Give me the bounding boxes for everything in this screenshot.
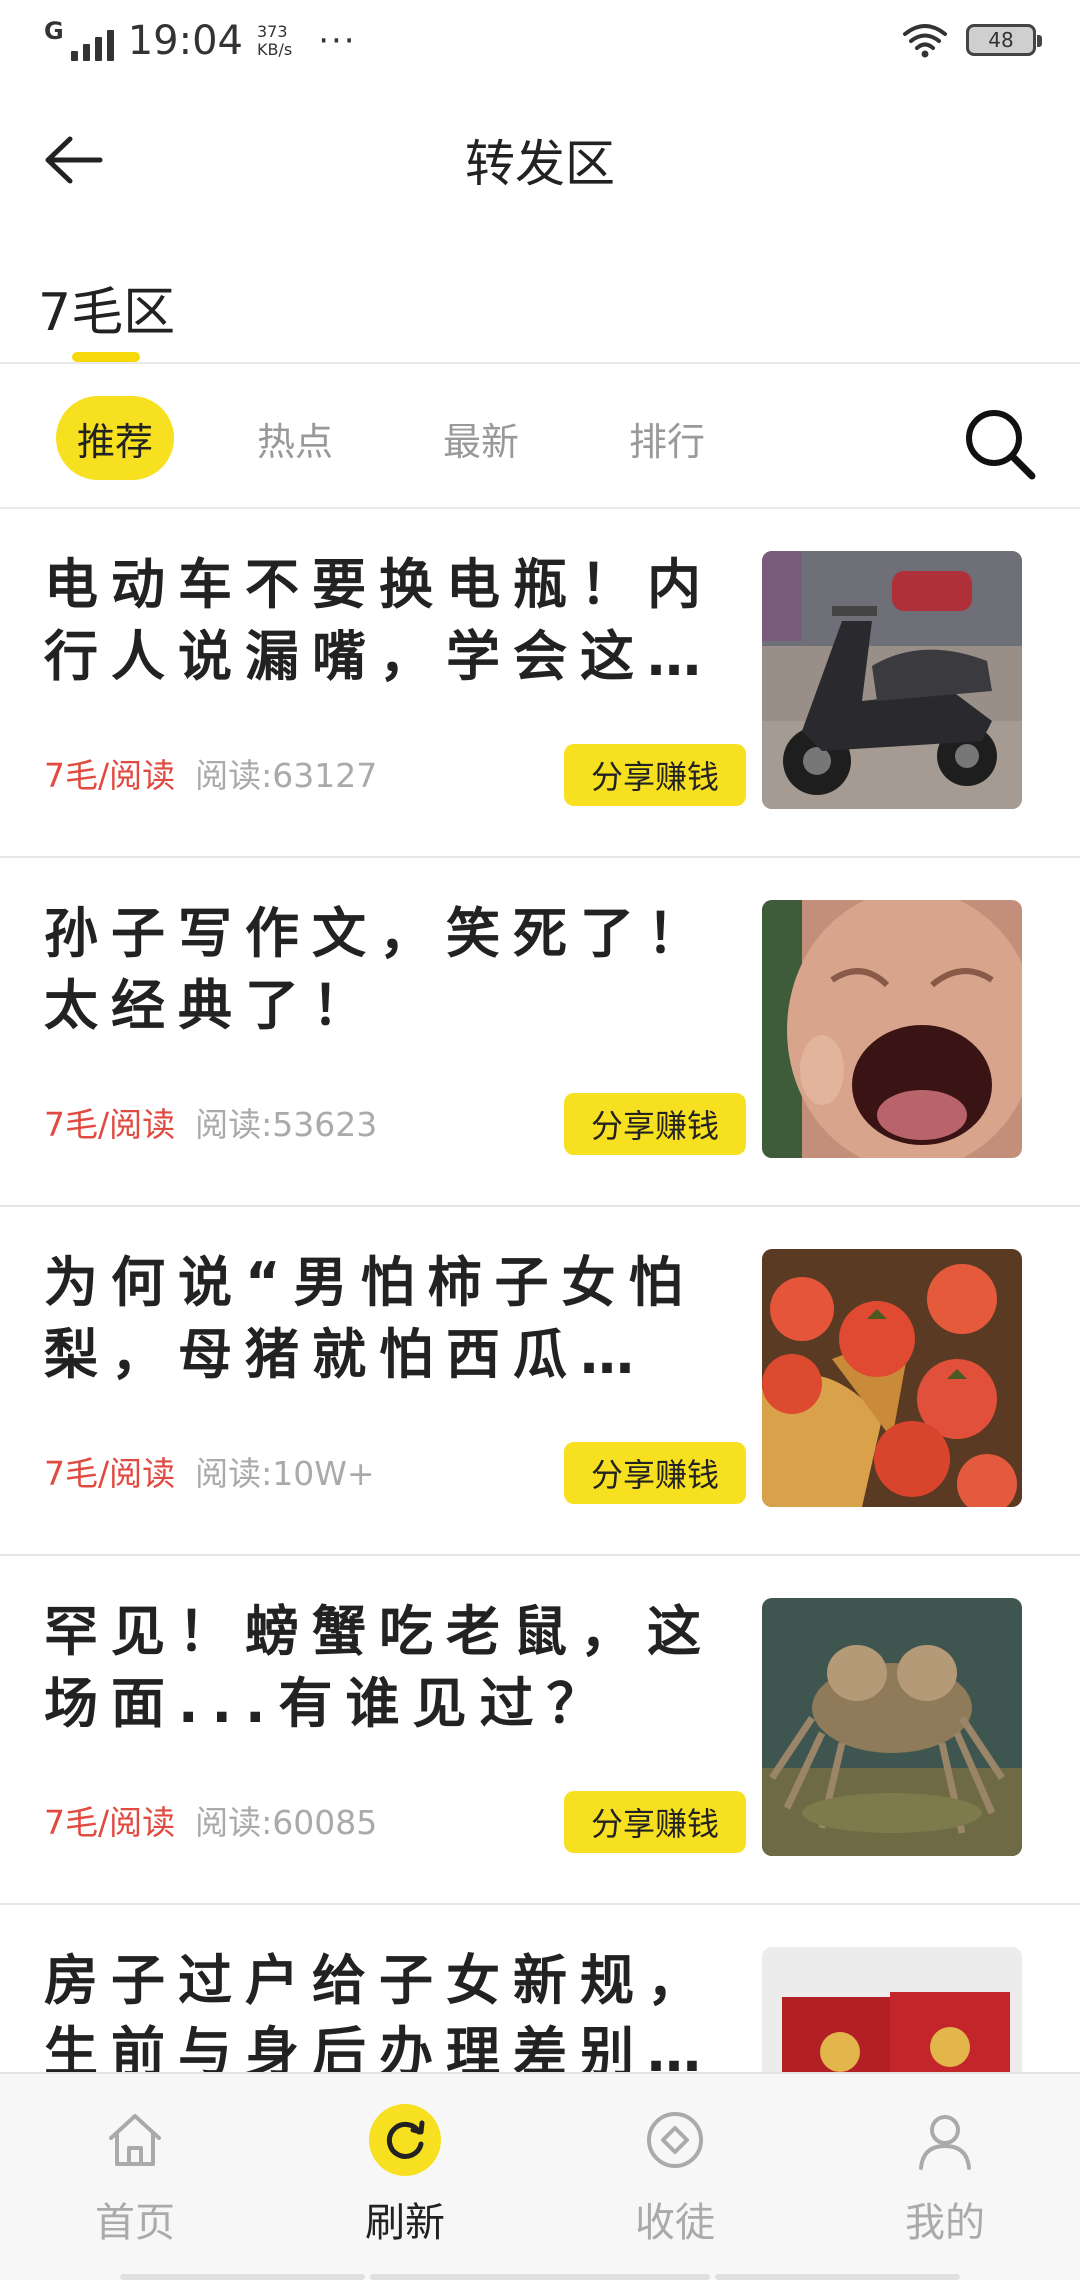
article-thumbnail[interactable] [762, 1947, 1022, 2073]
tab-hot[interactable]: 热点 [236, 396, 354, 480]
speed-unit: KB/s [256, 40, 293, 59]
nav-edge-indicator [715, 2274, 960, 2280]
article-reads: 阅读:53623 [195, 1105, 378, 1144]
tab-latest[interactable]: 最新 [422, 396, 540, 480]
share-earn-button[interactable]: 分享赚钱 [564, 744, 746, 806]
search-icon [966, 410, 1036, 480]
nav-edge-indicator [120, 2274, 365, 2280]
status-time: 19:04 [127, 18, 243, 64]
signal-icon: G [44, 17, 114, 61]
article-thumbnail[interactable] [762, 551, 1022, 809]
network-speed: 373 KB/s [257, 23, 292, 59]
article-price: 7毛/阅读 [44, 1803, 176, 1842]
battery-level: 48 [988, 28, 1014, 52]
search-button[interactable] [962, 406, 1038, 482]
article-price: 7毛/阅读 [44, 1105, 176, 1144]
nav-label: 我的 [905, 2200, 985, 2246]
battery-indicator: 48 [966, 24, 1042, 56]
diamond-icon [637, 2102, 713, 2178]
network-type: G [44, 17, 64, 45]
category-tabs: 推荐 热点 最新 排行 [0, 364, 1080, 508]
home-icon [97, 2102, 173, 2178]
app-header: 转发区 [0, 84, 1080, 234]
nav-apprentice[interactable]: 收徒 [575, 2102, 775, 2248]
article-thumbnail[interactable] [762, 1249, 1022, 1507]
article-reads: 阅读:63127 [195, 756, 378, 795]
share-earn-button[interactable]: 分享赚钱 [564, 1442, 746, 1504]
crab-photo [762, 1598, 1022, 1856]
status-bar: G 19:04 373 KB/s ··· 48 [0, 0, 1080, 84]
article-feed: 电动车不要换电瓶！内行人说漏嘴，学会这… 7毛/阅读 阅读:63127 分享赚钱 [0, 509, 1080, 2073]
article-title[interactable]: 为何说“男怕柿子女怕梨，母猪就怕西瓜… [44, 1247, 724, 1391]
article-meta: 7毛/阅读 阅读:60085 [44, 1796, 377, 1844]
crying-baby-photo [762, 900, 1022, 1158]
article-thumbnail[interactable] [762, 900, 1022, 1158]
nav-refresh[interactable]: 刷新 [305, 2102, 505, 2248]
article-item[interactable]: 电动车不要换电瓶！内行人说漏嘴，学会这… 7毛/阅读 阅读:63127 分享赚钱 [0, 509, 1080, 858]
article-title[interactable]: 孙子写作文，笑死了！太经典了！ [44, 898, 724, 1042]
scooter-photo [762, 551, 1022, 809]
article-item[interactable]: 罕见！螃蟹吃老鼠，这场面...有谁见过？ 7毛/阅读 阅读:60085 分享赚钱 [0, 1556, 1080, 1905]
property-certificate-photo [762, 1947, 1022, 2073]
status-right: 48 [902, 22, 1042, 58]
nav-home[interactable]: 首页 [35, 2102, 235, 2248]
share-earn-button[interactable]: 分享赚钱 [564, 1791, 746, 1853]
nav-edge-indicator [370, 2274, 710, 2280]
article-meta: 7毛/阅读 阅读:53623 [44, 1098, 377, 1146]
article-title[interactable]: 电动车不要换电瓶！内行人说漏嘴，学会这… [44, 549, 724, 693]
article-price: 7毛/阅读 [44, 1454, 176, 1493]
bottom-nav: 首页 刷新 收徒 我的 [0, 2072, 1080, 2280]
article-thumbnail[interactable] [762, 1598, 1022, 1856]
zone-tab[interactable]: 7毛区 [38, 270, 175, 345]
user-icon [907, 2102, 983, 2178]
article-title[interactable]: 房子过户给子女新规，生前与身后办理差别… [44, 1945, 724, 2073]
tab-recommend[interactable]: 推荐 [56, 396, 174, 480]
status-left: G 19:04 373 KB/s ··· [44, 18, 357, 64]
nav-profile[interactable]: 我的 [845, 2102, 1045, 2248]
speed-value: 373 [256, 22, 288, 41]
page-title: 转发区 [465, 135, 615, 193]
tab-ranking[interactable]: 排行 [608, 396, 726, 480]
article-price: 7毛/阅读 [44, 756, 176, 795]
nav-label: 刷新 [365, 2200, 445, 2246]
article-item[interactable]: 孙子写作文，笑死了！太经典了！ 7毛/阅读 阅读:53623 分享赚钱 [0, 858, 1080, 1207]
nav-label: 首页 [95, 2200, 175, 2246]
article-item[interactable]: 房子过户给子女新规，生前与身后办理差别… [0, 1905, 1080, 2073]
nav-label: 收徒 [635, 2200, 715, 2246]
article-reads: 阅读:10W+ [195, 1454, 375, 1493]
share-earn-button[interactable]: 分享赚钱 [564, 1093, 746, 1155]
article-title[interactable]: 罕见！螃蟹吃老鼠，这场面...有谁见过？ [44, 1596, 724, 1740]
article-item[interactable]: 为何说“男怕柿子女怕梨，母猪就怕西瓜… 7毛/阅读 阅读:10W+ 分享赚钱 [0, 1207, 1080, 1556]
wifi-icon [903, 24, 947, 58]
refresh-icon [367, 2102, 443, 2178]
article-meta: 7毛/阅读 阅读:63127 [44, 749, 377, 797]
persimmon-photo [762, 1249, 1022, 1507]
zone-tab-underline [72, 352, 140, 362]
article-meta: 7毛/阅读 阅读:10W+ [44, 1447, 375, 1495]
article-reads: 阅读:60085 [195, 1803, 378, 1842]
more-notifications-icon: ··· [318, 21, 357, 61]
